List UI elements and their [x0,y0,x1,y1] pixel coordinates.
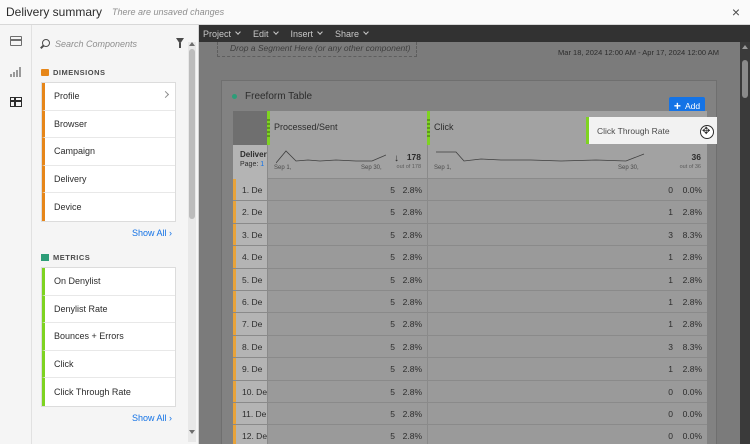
dragging-column-ghost[interactable]: Click Through Rate [586,117,717,144]
search-icon [40,39,50,49]
summary-row: Delivery Page: 1 Sep 1, Sep 30, ↓ 178 ou… [233,145,707,179]
workspace: Drop a Segment Here (or any other compon… [199,42,740,444]
table-header-row: Processed/Sent Click Click Through Rate [233,111,717,145]
drag-handle-icon[interactable] [427,119,430,137]
menu-project[interactable]: Project [203,29,241,39]
row-dimension-label[interactable]: 12. De [233,425,267,444]
table-row: 9. De 5 2.8% 1 2.8% [233,358,707,381]
dimension-item-profile[interactable]: Profile [42,83,175,111]
table-body: 1. De 5 2.8% 0 0.0% 2. De 5 2.8% 1 2.8% 3. De 5 2.… [233,179,707,444]
dimension-icon [41,69,49,76]
page-number[interactable]: 1 [260,161,264,168]
summary-cell-processed-sent: Sep 1, Sep 30, ↓ 178 out of 178 [267,145,427,179]
chevron-down-icon [363,29,369,35]
row-dimension-label[interactable]: 2. De [233,201,267,223]
table-row: 1. De 5 2.8% 0 0.0% [233,179,707,202]
row-dimension-label[interactable]: 1. De [233,179,267,201]
row-dimension-label[interactable]: 4. De [233,246,267,268]
left-rail [0,25,32,444]
row-dimension-label[interactable]: 10. De [233,380,267,402]
table-row: 6. De 5 2.8% 1 2.8% [233,290,707,314]
chevron-down-icon [235,29,241,35]
chevron-down-icon [272,29,279,35]
metrics-heading: METRICS [41,253,90,262]
table-row: 3. De 5 2.8% 3 8.3% [233,223,707,247]
table-row: 7. De 5 2.8% 1 2.8% [233,313,707,336]
metric-icon [41,254,49,261]
table-row: 11. De 5 2.8% 0 0.0% [233,402,707,426]
menu-bar: Project Edit Insert Share [199,25,750,42]
table-row: 12. De 5 2.8% 0 0.0% [233,425,707,444]
dimension-summary-cell: Delivery Page: 1 [233,145,267,179]
scroll-up-icon[interactable] [189,42,195,46]
table-row: 4. De 5 2.8% 1 2.8% [233,246,707,269]
sparkline-processed-sent [276,150,386,164]
workspace-scrollbar[interactable] [740,42,750,444]
dimension-header-cell [233,111,267,145]
title-bar: Delivery summary There are unsaved chang… [0,0,750,25]
panel-scroll-thumb[interactable] [189,49,195,219]
metric-item-on-denylist[interactable]: On Denylist [42,268,175,296]
column-header-click[interactable]: Click [427,111,585,145]
table-row: 2. De 5 2.8% 1 2.8% [233,201,707,224]
menu-edit[interactable]: Edit [253,29,279,39]
table-row: 10. De 5 2.8% 0 0.0% [233,380,707,403]
dimension-item-device[interactable]: Device [42,193,175,221]
freeform-panel: Freeform Table + Add Processed/Sent Clic… [221,80,717,444]
panel-scrollbar[interactable] [188,42,196,442]
project-title[interactable]: Delivery summary [6,5,102,19]
dimension-item-browser[interactable]: Browser [42,110,175,139]
metrics-show-all-link[interactable]: Show All › [132,413,172,423]
row-dimension-label[interactable]: 8. De [233,335,267,358]
scroll-down-icon[interactable] [189,430,195,434]
table-row: 8. De 5 2.8% 3 8.3% [233,335,707,359]
visualizations-icon[interactable] [10,67,22,77]
component-search [40,35,190,53]
unsaved-changes-note: There are unsaved changes [112,7,225,17]
metrics-list: On Denylist Denylist Rate Bounces + Erro… [41,267,176,407]
panel-title[interactable]: Freeform Table [245,91,312,102]
filter-icon[interactable] [176,38,184,48]
dimensions-list: Profile Browser Campaign Delivery Device [41,82,176,222]
menu-insert[interactable]: Insert [291,29,323,39]
row-dimension-label[interactable]: 9. De [233,358,267,380]
components-panel: DIMENSIONS Profile Browser Campaign Deli… [32,25,199,444]
panels-icon[interactable] [10,36,22,46]
panel-status-dot [232,94,237,99]
row-dimension-label[interactable]: 11. De [233,402,267,425]
pagination: Page: 1 [240,161,265,168]
row-dimension-label[interactable]: 6. De [233,290,267,313]
sparkline-click [436,151,645,162]
chevron-right-icon[interactable] [161,90,170,99]
metric-item-click[interactable]: Click [42,350,175,379]
move-cursor-icon [700,125,714,139]
row-dimension-label[interactable]: 5. De [233,268,267,290]
close-icon[interactable]: × [732,4,740,20]
drag-handle-icon[interactable] [267,119,270,137]
scroll-up-icon[interactable] [742,45,748,49]
metric-item-bounces-errors[interactable]: Bounces + Errors [42,323,175,351]
dimensions-show-all-link[interactable]: Show All › [132,228,172,238]
components-icon[interactable] [10,97,22,107]
dimensions-heading: DIMENSIONS [41,68,106,77]
column-header-processed-sent[interactable]: Processed/Sent [267,111,427,145]
workspace-scroll-thumb[interactable] [742,60,748,98]
sort-descending-icon[interactable]: ↓ [394,153,399,164]
row-dimension-label[interactable]: 3. De [233,223,267,246]
summary-cell-click: Sep 1, Sep 30, 36 out of 36 [427,145,707,179]
table-row: 5. De 5 2.8% 1 2.8% [233,268,707,291]
chevron-down-icon [317,29,323,35]
metric-item-denylist-rate[interactable]: Denylist Rate [42,295,175,324]
segment-drop-zone[interactable]: Drop a Segment Here (or any other compon… [217,42,417,57]
dimension-item-delivery[interactable]: Delivery [42,165,175,194]
menu-share[interactable]: Share [335,29,369,39]
metric-item-click-through-rate[interactable]: Click Through Rate [42,378,175,406]
search-input[interactable] [55,39,173,49]
dimension-item-campaign[interactable]: Campaign [42,138,175,166]
date-range[interactable]: Mar 18, 2024 12:00 AM - Apr 17, 2024 12:… [558,48,719,57]
row-dimension-label[interactable]: 7. De [233,313,267,335]
